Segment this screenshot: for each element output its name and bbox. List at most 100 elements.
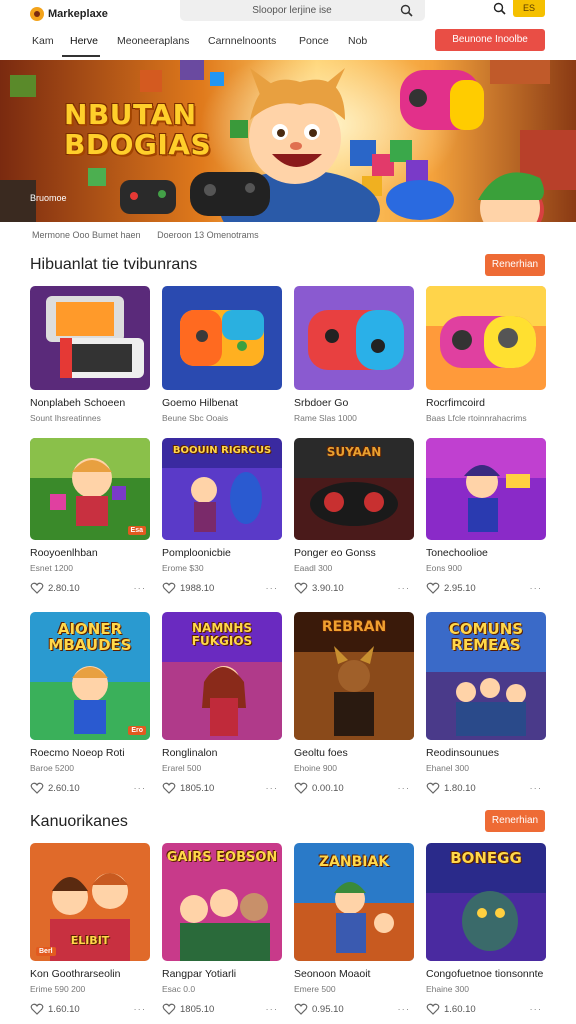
- card-likes: 1805.10: [180, 1003, 215, 1015]
- more-options-icon[interactable]: ···: [134, 783, 147, 794]
- heart-icon[interactable]: [294, 581, 308, 595]
- card-meta: 3.90.10 ···: [294, 581, 414, 595]
- card-thumbnail[interactable]: [426, 286, 546, 390]
- hero-banner[interactable]: NBUTAN BDOGIAS Bruomoe: [0, 60, 576, 222]
- heart-icon[interactable]: [426, 1002, 440, 1016]
- product-card[interactable]: Tonechoolioe Eons 900 2.95.10 ···: [426, 438, 546, 595]
- card-tag: Ero: [128, 726, 146, 735]
- more-options-icon[interactable]: ···: [266, 783, 279, 794]
- more-options-icon[interactable]: ···: [530, 783, 543, 794]
- product-card[interactable]: REBRAN Geoltu foes Ehoine 900 0.00.10 ··…: [294, 612, 414, 795]
- heart-icon[interactable]: [162, 781, 176, 795]
- card-thumbnail[interactable]: BONEGG: [426, 843, 546, 961]
- more-options-icon[interactable]: ···: [134, 583, 147, 594]
- card-title: Seonoon Moaoit: [294, 968, 371, 980]
- heart-icon[interactable]: [294, 1002, 308, 1016]
- nav-item-accounts[interactable]: Carnnelnoonts: [208, 35, 276, 47]
- card-likes: 1805.10: [180, 782, 215, 794]
- card-thumbnail[interactable]: GAIRS EOBSON: [162, 843, 282, 961]
- nav-item-active[interactable]: Herve: [70, 35, 98, 47]
- card-thumbnail[interactable]: ZANBIAK: [294, 843, 414, 961]
- section-view-all-button[interactable]: Renerhian: [485, 254, 545, 276]
- nav-item-home[interactable]: Kam: [32, 35, 54, 47]
- card-thumbnail[interactable]: [30, 286, 150, 390]
- card-meta: 1.60.10 ···: [426, 1002, 546, 1016]
- card-thumbnail[interactable]: BOOUIN RIGRCUS: [162, 438, 282, 540]
- card-title: Ronglinalon: [162, 747, 218, 759]
- card-title: Rooyoenlhban: [30, 547, 98, 559]
- heart-icon[interactable]: [30, 781, 44, 795]
- card-likes: 3.90.10: [312, 582, 344, 594]
- logo-text: Markeplaxe: [48, 8, 108, 20]
- heart-icon[interactable]: [30, 581, 44, 595]
- account-badge[interactable]: ES: [513, 0, 545, 17]
- product-card[interactable]: ZANBIAK Seonoon Moaoit Emere 500 0.95.10…: [294, 843, 414, 1016]
- card-likes: 0.95.10: [312, 1003, 344, 1015]
- card-thumbnail[interactable]: [426, 438, 546, 540]
- product-card[interactable]: BONEGG Congofuetnoe tionsonnte Ehaine 30…: [426, 843, 546, 1016]
- product-card[interactable]: COMUNS REMEAS Reodinsounues Ehanel 300 1…: [426, 612, 546, 795]
- card-thumbnail[interactable]: AIONER MBAUDES Ero: [30, 612, 150, 740]
- search-input[interactable]: [192, 5, 392, 16]
- product-card[interactable]: AIONER MBAUDES Ero Roecmo Noeop Roti Bar…: [30, 612, 150, 795]
- product-card[interactable]: GAIRS EOBSON Rangpar Yotiarli Esac 0.0 1…: [162, 843, 282, 1016]
- nav-item-plans[interactable]: Meoneeraplans: [117, 35, 189, 47]
- more-options-icon[interactable]: ···: [398, 783, 411, 794]
- more-options-icon[interactable]: ···: [398, 1004, 411, 1015]
- card-title: Geoltu foes: [294, 747, 348, 759]
- more-options-icon[interactable]: ···: [530, 583, 543, 594]
- heart-icon[interactable]: [162, 1002, 176, 1016]
- more-options-icon[interactable]: ···: [398, 583, 411, 594]
- search-icon[interactable]: [400, 4, 413, 17]
- product-card[interactable]: Esa Rooyoenlhban Esnet 1200 2.80.10 ···: [30, 438, 150, 595]
- more-options-icon[interactable]: ···: [530, 1004, 543, 1015]
- product-card[interactable]: Srbdoer Go Rame Slas 1000: [294, 286, 414, 423]
- product-card[interactable]: NAMNHS FUKGIOS Ronglinalon Erarel 500 18…: [162, 612, 282, 795]
- card-meta: 1805.10 ···: [162, 781, 282, 795]
- card-subtitle: Erarel 500: [162, 763, 202, 773]
- card-thumbnail[interactable]: [294, 286, 414, 390]
- product-card[interactable]: Goemo Hilbenat Beune Sbc Ooais: [162, 286, 282, 423]
- card-title: Kon Goothrarseolin: [30, 968, 121, 980]
- card-art-title: SUYAAN: [326, 445, 382, 459]
- nav-item-prices[interactable]: Ponce: [299, 35, 329, 47]
- card-thumbnail[interactable]: [162, 286, 282, 390]
- card-thumbnail[interactable]: COMUNS REMEAS: [426, 612, 546, 740]
- card-thumbnail[interactable]: ELIBIT Berl: [30, 843, 150, 961]
- section-view-all-button[interactable]: Renerhian: [485, 810, 545, 832]
- more-options-icon[interactable]: ···: [134, 1004, 147, 1015]
- card-thumbnail[interactable]: SUYAAN: [294, 438, 414, 540]
- nav-item-more[interactable]: Nob: [348, 35, 367, 47]
- heart-icon[interactable]: [426, 581, 440, 595]
- heart-icon[interactable]: [30, 1002, 44, 1016]
- more-options-icon[interactable]: ···: [266, 1004, 279, 1015]
- breadcrumb-item[interactable]: Doeroon 13 Omenotrams: [157, 230, 259, 240]
- card-thumbnail[interactable]: REBRAN: [294, 612, 414, 740]
- more-options-icon[interactable]: ···: [266, 583, 279, 594]
- breadcrumb: Mermone Ooo Bumet haen Doeroon 13 Omenot…: [32, 230, 273, 240]
- logo-icon: [30, 7, 44, 21]
- card-thumbnail[interactable]: Esa: [30, 438, 150, 540]
- card-likes: 1.60.10: [48, 1003, 80, 1015]
- card-art-title: GAIRS EOBSON: [166, 850, 278, 865]
- breadcrumb-item[interactable]: Mermone Ooo Bumet haen: [32, 230, 141, 240]
- card-meta: 1.60.10 ···: [30, 1002, 150, 1016]
- cta-button[interactable]: Beunone Inoolbe: [435, 29, 545, 51]
- card-subtitle: Eaadl 300: [294, 563, 333, 573]
- card-meta: 2.80.10 ···: [30, 581, 150, 595]
- main-nav: Kam Herve Meoneeraplans Carnnelnoonts Po…: [0, 28, 576, 58]
- hero-caption: Bruomoe: [30, 193, 67, 203]
- product-card[interactable]: BOOUIN RIGRCUS Pomploonicbie Erome $30 1…: [162, 438, 282, 595]
- product-card[interactable]: Rocrfimcoird Baas Lfcle rtoinnrahacrims: [426, 286, 546, 423]
- product-card[interactable]: SUYAAN Ponger eo Gonss Eaadl 300 3.90.10…: [294, 438, 414, 595]
- card-meta: 1988.10 ···: [162, 581, 282, 595]
- logo[interactable]: Markeplaxe: [30, 7, 170, 21]
- card-likes: 1.80.10: [444, 782, 476, 794]
- product-card[interactable]: Nonplabeh Schoeen Sount Ihsreatinnes: [30, 286, 150, 423]
- heart-icon[interactable]: [294, 781, 308, 795]
- heart-icon[interactable]: [162, 581, 176, 595]
- search-icon[interactable]: [493, 2, 506, 15]
- product-card[interactable]: ELIBIT Berl Kon Goothrarseolin Erime 590…: [30, 843, 150, 1016]
- card-thumbnail[interactable]: NAMNHS FUKGIOS: [162, 612, 282, 740]
- heart-icon[interactable]: [426, 781, 440, 795]
